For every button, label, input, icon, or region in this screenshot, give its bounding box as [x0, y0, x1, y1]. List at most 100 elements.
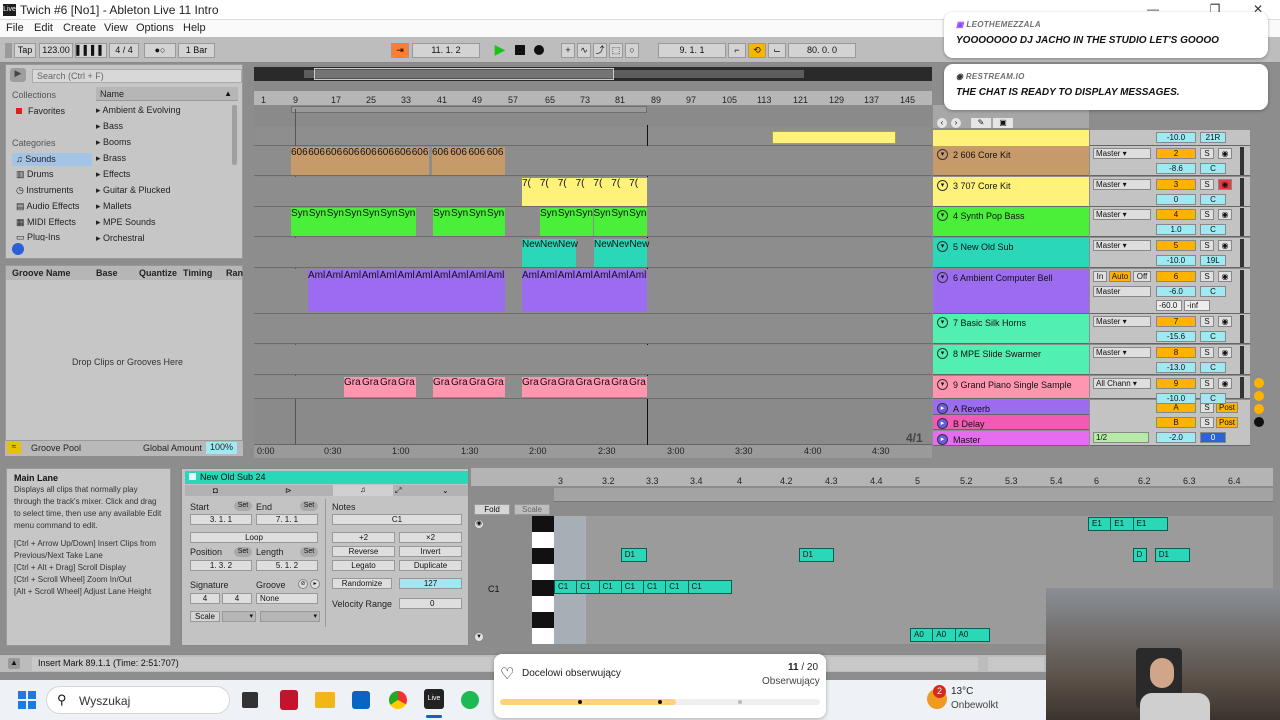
output-routing-select[interactable]: Master ▾ [1093, 347, 1151, 358]
track-header-1[interactable] [933, 130, 1089, 146]
list-item[interactable]: ▸ Bass [96, 121, 236, 137]
tap-tempo-button[interactable]: Tap [14, 43, 36, 58]
arrangement-position-field[interactable]: 11. 1. 2 [412, 43, 480, 58]
midi-note[interactable]: D [1132, 548, 1147, 562]
list-item[interactable]: ▸ Brass [96, 153, 236, 169]
list-item[interactable]: ▸ Guitar & Plucked [96, 185, 236, 201]
track-pan[interactable]: C [1200, 224, 1226, 235]
tempo-field[interactable]: 123.00 [39, 43, 73, 58]
arrangement-clip[interactable]: Aml [593, 270, 612, 312]
master-pan[interactable]: 0 [1200, 432, 1226, 443]
transpose-up-button[interactable]: +2 [332, 532, 395, 543]
solo-button[interactable]: S [1200, 240, 1214, 251]
reverse-button[interactable]: Reverse [332, 546, 395, 557]
overdub-button[interactable]: + [561, 43, 575, 58]
arrangement-clip[interactable]: Aml [433, 270, 452, 312]
arrangement-clip[interactable]: 7( [557, 178, 576, 206]
solo-button[interactable]: S [1200, 148, 1214, 159]
outlook-icon[interactable] [352, 691, 370, 709]
end-field[interactable]: 7. 1. 1 [256, 514, 318, 525]
arrangement-clip[interactable]: Syn [575, 208, 594, 236]
arrangement-clip[interactable]: 7( [539, 178, 558, 206]
loop-brace[interactable] [291, 106, 647, 113]
arrangement-clip[interactable]: 606 [377, 147, 395, 175]
fold-icon[interactable]: ▾ [937, 348, 948, 359]
length-field[interactable]: 5. 1. 2 [256, 560, 318, 571]
track-header[interactable]: ▾ 4 Synth Pop Bass [933, 207, 1089, 237]
randomize-amount[interactable]: 127 [399, 578, 462, 589]
return-b-post[interactable]: Post [1216, 417, 1238, 428]
category-midi-effects[interactable]: ▦ MIDI Effects [16, 217, 76, 228]
track-activator[interactable]: 3 [1156, 179, 1196, 190]
category-plugins[interactable]: ▭ Plug-Ins [16, 232, 60, 241]
arrangement-clip[interactable]: Aml [451, 270, 470, 312]
sends-icon[interactable] [1254, 391, 1264, 401]
position-set-button[interactable]: Set [234, 547, 252, 557]
arrangement-clip[interactable]: Syn [593, 208, 612, 236]
arrangement-clip[interactable]: 606 [394, 147, 412, 175]
ableton-live-icon[interactable]: Live [424, 689, 444, 709]
list-item[interactable]: ▸ Effects [96, 169, 236, 185]
spotify-icon[interactable] [461, 691, 479, 709]
arrangement-clip[interactable]: 606 [360, 147, 378, 175]
track-activator[interactable]: 4 [1156, 209, 1196, 220]
groove-pool-icon[interactable]: ≈ [7, 442, 21, 454]
arrangement-clip[interactable]: Aml [343, 270, 362, 312]
track-header[interactable]: ▾ 6 Ambient Computer Bell [933, 269, 1089, 314]
track-volume[interactable]: -6.0 [1156, 286, 1196, 297]
midi-note[interactable]: D1 [620, 548, 648, 562]
arrangement-clip[interactable]: Gra [539, 377, 558, 397]
track-activator[interactable]: 8 [1156, 347, 1196, 358]
groove-select[interactable]: None [256, 593, 318, 604]
arm-button[interactable]: ◉ [1218, 209, 1232, 220]
velocity-range-field[interactable]: 0 [399, 598, 462, 609]
master-volume[interactable]: -2.0 [1156, 432, 1196, 443]
session-record-button[interactable]: ○ [625, 43, 639, 58]
fold-icon[interactable]: ▾ [937, 379, 948, 390]
category-sounds[interactable]: ♫ Sounds [12, 153, 92, 166]
arrangement-clip[interactable]: New [540, 239, 560, 267]
browser-scrollbar[interactable] [232, 105, 237, 165]
piano-keys[interactable] [532, 516, 554, 644]
arrangement-clip[interactable]: Gra [593, 377, 612, 397]
preview-icon[interactable]: ◉ [474, 519, 484, 529]
name-column-header[interactable]: Name ▲ [96, 87, 238, 101]
track-pan[interactable]: C [1200, 331, 1226, 342]
arrangement-clip[interactable]: Syn [291, 208, 309, 236]
arrangement-clip[interactable]: 606 [468, 147, 487, 175]
track-peak-right[interactable]: -inf [1184, 300, 1210, 311]
output-routing-select[interactable]: Master ▾ [1093, 316, 1151, 327]
arrangement-clip[interactable]: Gra [469, 377, 487, 397]
loop-switch-button[interactable]: ⟲ [748, 43, 766, 58]
legato-button[interactable]: Legato [332, 560, 395, 571]
track-lane[interactable] [254, 238, 932, 268]
midi-note[interactable]: C1 [687, 580, 732, 594]
arm-button[interactable]: ◉ [1218, 148, 1232, 159]
track-pan[interactable]: C [1200, 286, 1226, 297]
metronome-button[interactable]: ●○ [144, 43, 176, 58]
invert-button[interactable]: Invert [399, 546, 462, 557]
arrangement-clip[interactable]: Aml [629, 270, 647, 312]
fold-icon[interactable]: ▾ [937, 149, 948, 160]
menu-file[interactable]: File [6, 22, 24, 34]
return-b-activator[interactable]: B [1156, 417, 1196, 428]
list-item[interactable]: ▸ Mallets [96, 201, 236, 217]
fold-icon[interactable]: ▾ [937, 241, 948, 252]
arm-button[interactable]: ◉ [1218, 347, 1232, 358]
track-volume[interactable]: -10.0 [1156, 393, 1196, 404]
signature-numerator[interactable]: 4 [190, 593, 220, 604]
track-pan[interactable]: C [1200, 393, 1226, 404]
arrangement-clip[interactable]: Syn [557, 208, 576, 236]
arrangement-clip[interactable]: 606 [486, 147, 505, 175]
lock-icon[interactable]: ▣ [993, 118, 1013, 128]
solo-button[interactable]: S [1200, 179, 1214, 190]
scale-button[interactable]: Scale [190, 611, 220, 622]
list-item[interactable]: ▸ Orchestral [96, 233, 236, 241]
list-item[interactable]: ▸ Ambient & Evolving [96, 105, 236, 121]
menu-options[interactable]: Options [136, 22, 174, 34]
envelopes-tab-icon[interactable]: ⤢ [395, 486, 401, 496]
loop-strip[interactable] [554, 488, 1273, 502]
arrangement-clip[interactable]: New [611, 239, 632, 267]
clip-title-bar[interactable]: New Old Sub 24 [185, 471, 468, 484]
return-a-header[interactable]: ▸ A Reverb [933, 400, 1089, 415]
